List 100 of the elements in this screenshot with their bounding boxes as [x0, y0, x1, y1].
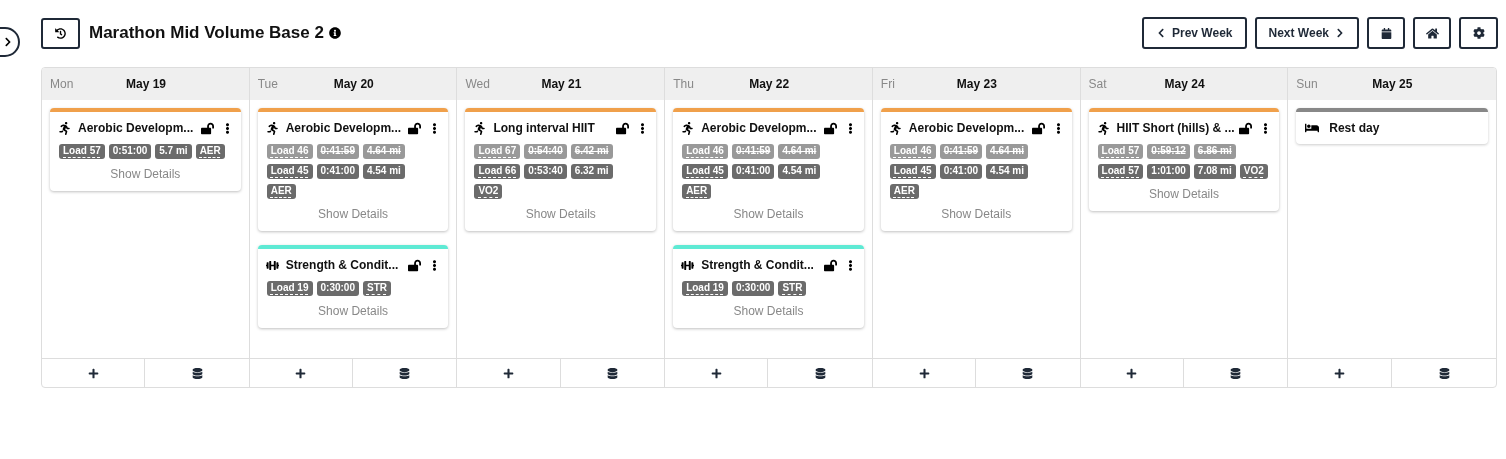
stat-tag: Load 67	[474, 144, 521, 159]
unlocked-icon[interactable]	[200, 121, 214, 135]
stat-tag: Load 46	[889, 144, 936, 159]
home-icon	[1425, 26, 1439, 40]
weekday-label: Wed	[465, 76, 491, 93]
runner-icon	[681, 121, 695, 135]
stat-tag: 0:41:59	[316, 144, 359, 159]
plus-icon	[1126, 367, 1138, 379]
plus-icon	[710, 367, 722, 379]
stat-tag: Load 57	[1097, 144, 1144, 159]
plan-title: Marathon Mid Volume Base 2	[89, 22, 324, 45]
show-details-link[interactable]: Show Details	[318, 302, 389, 320]
stat-tag: Load 57	[59, 144, 105, 159]
runner-icon	[888, 121, 902, 135]
card-title: Aerobic Developm...	[908, 120, 1025, 137]
stat-tag: 4.64 mi	[362, 144, 405, 159]
date-label: May 19	[126, 76, 167, 93]
unlocked-icon[interactable]	[823, 121, 837, 135]
stat-tag: 0:41:00	[316, 164, 359, 179]
unlocked-icon[interactable]	[1031, 121, 1045, 135]
stat-tag: Load 45	[682, 164, 728, 179]
stat-tag: 4.54 mi	[986, 164, 1029, 179]
show-details-link[interactable]: Show Details	[733, 302, 804, 320]
stat-tag: AER	[889, 184, 919, 199]
weekday-label: Fri	[880, 76, 896, 93]
stat-tag: Load 45	[889, 164, 936, 179]
workout-card[interactable]: Long interval HIIT Load 67 0:54:40 6.42 mi Load 66 0:53:40 6.32 mi VO2 Show Details	[465, 108, 657, 231]
stat-tag: 5.7 mi	[155, 144, 192, 159]
stat-tag: 7.08 mi	[1193, 164, 1236, 179]
stat-tag: 4.64 mi	[986, 144, 1029, 159]
stat-tag: 4.54 mi	[362, 164, 405, 179]
stat-tag: 1:01:00	[1147, 164, 1190, 179]
stat-tag: 0:59:12	[1147, 144, 1190, 159]
database-icon	[1230, 367, 1242, 379]
calendar-icon	[1380, 27, 1392, 39]
show-details-link[interactable]: Show Details	[110, 165, 181, 183]
card-title: HIIT Short (hills) & ...	[1116, 120, 1235, 137]
show-details-link[interactable]: Show Details	[525, 205, 596, 223]
stat-tag: VO2	[1239, 164, 1268, 179]
database-icon	[1438, 367, 1450, 379]
stat-tag: 6.32 mi	[570, 164, 613, 179]
unlocked-icon[interactable]	[408, 121, 422, 135]
stat-tag: Load 46	[682, 144, 728, 159]
stat-tag: 0:41:59	[939, 144, 983, 159]
date-label: May 23	[956, 76, 997, 93]
show-details-link[interactable]: Show Details	[1148, 185, 1219, 203]
plus-icon	[295, 367, 307, 379]
runner-icon	[1096, 121, 1110, 135]
database-icon	[191, 367, 203, 379]
card-title: Aerobic Developm...	[78, 120, 194, 137]
card-title: Aerobic Developm...	[701, 120, 817, 137]
stat-tag: 0:53:40	[524, 164, 567, 179]
unlocked-icon[interactable]	[616, 121, 630, 135]
chevron-right-icon	[3, 37, 13, 47]
bed-icon	[1305, 121, 1320, 135]
stat-tag: 0:30:00	[731, 281, 775, 296]
stat-tag: 6.86 mi	[1193, 144, 1236, 159]
date-label: May 24	[1164, 76, 1205, 93]
chevron-left-icon	[1156, 28, 1166, 38]
stat-tag: Load 45	[266, 164, 313, 179]
workout-card[interactable]: HIIT Short (hills) & ... Load 57 0:59:12 6.86 mi Load 57 1:01:00 7.08 mi VO2 Show Details	[1088, 108, 1280, 211]
stat-tag: 0:30:00	[316, 281, 359, 296]
card-title: Aerobic Developm...	[285, 120, 402, 137]
chevron-right-icon	[1335, 28, 1345, 38]
next-week-button[interactable]: Next Week	[1254, 17, 1359, 49]
show-details-link[interactable]: Show Details	[941, 205, 1012, 223]
card-title: Long interval HIIT	[493, 120, 595, 137]
history-button[interactable]	[41, 17, 80, 49]
weekday-label: Mon	[50, 76, 75, 93]
unlocked-icon[interactable]	[823, 258, 837, 272]
stat-tag: VO2	[474, 184, 503, 199]
unlocked-icon[interactable]	[1239, 121, 1253, 135]
plus-icon	[918, 367, 930, 379]
info-icon[interactable]	[328, 27, 341, 39]
prev-week-button[interactable]: Prev Week	[1142, 17, 1247, 49]
workout-card[interactable]: Strength & Condit... Load 19 0:30:00 STR Show Details	[257, 245, 449, 328]
workout-card[interactable]: Aerobic Developm... Load 46 0:41:59 4.64 mi Load 45 0:41:00 4.54 mi AER Show Details	[880, 108, 1072, 231]
stat-tag: 0:54:40	[524, 144, 567, 159]
rest-card[interactable]: Rest day	[1296, 108, 1488, 144]
stat-tag: 0:41:00	[939, 164, 983, 179]
show-details-link[interactable]: Show Details	[318, 205, 389, 223]
workout-card[interactable]: Strength & Condit... Load 19 0:30:00 STR Show Details	[673, 245, 864, 328]
workout-card[interactable]: Aerobic Developm... Load 46 0:41:59 4.64 mi Load 45 0:41:00 4.54 mi AER Show Details	[673, 108, 864, 231]
runner-icon	[58, 121, 71, 135]
date-label: May 21	[541, 76, 582, 93]
unlocked-icon[interactable]	[408, 258, 422, 272]
workout-card[interactable]: Aerobic Developm... Load 57 0:51:00 5.7 mi AER Show Details	[50, 108, 241, 191]
stat-tag: Load 46	[266, 144, 313, 159]
weekday-label: Sat	[1088, 76, 1108, 93]
date-label: May 25	[1372, 76, 1413, 93]
stat-tag: STR	[362, 281, 391, 296]
settings-button[interactable]	[1459, 17, 1498, 49]
stat-tag: 4.54 mi	[778, 164, 821, 179]
home-button[interactable]	[1413, 17, 1451, 49]
stat-tag: Load 19	[682, 281, 728, 296]
weekday-label: Tue	[257, 76, 279, 93]
workout-card[interactable]: Aerobic Developm... Load 46 0:41:59 4.64 mi Load 45 0:41:00 4.54 mi AER Show Details	[257, 108, 449, 231]
show-details-link[interactable]: Show Details	[733, 205, 804, 223]
stat-tag: Load 19	[266, 281, 313, 296]
calendar-button[interactable]	[1367, 17, 1405, 49]
